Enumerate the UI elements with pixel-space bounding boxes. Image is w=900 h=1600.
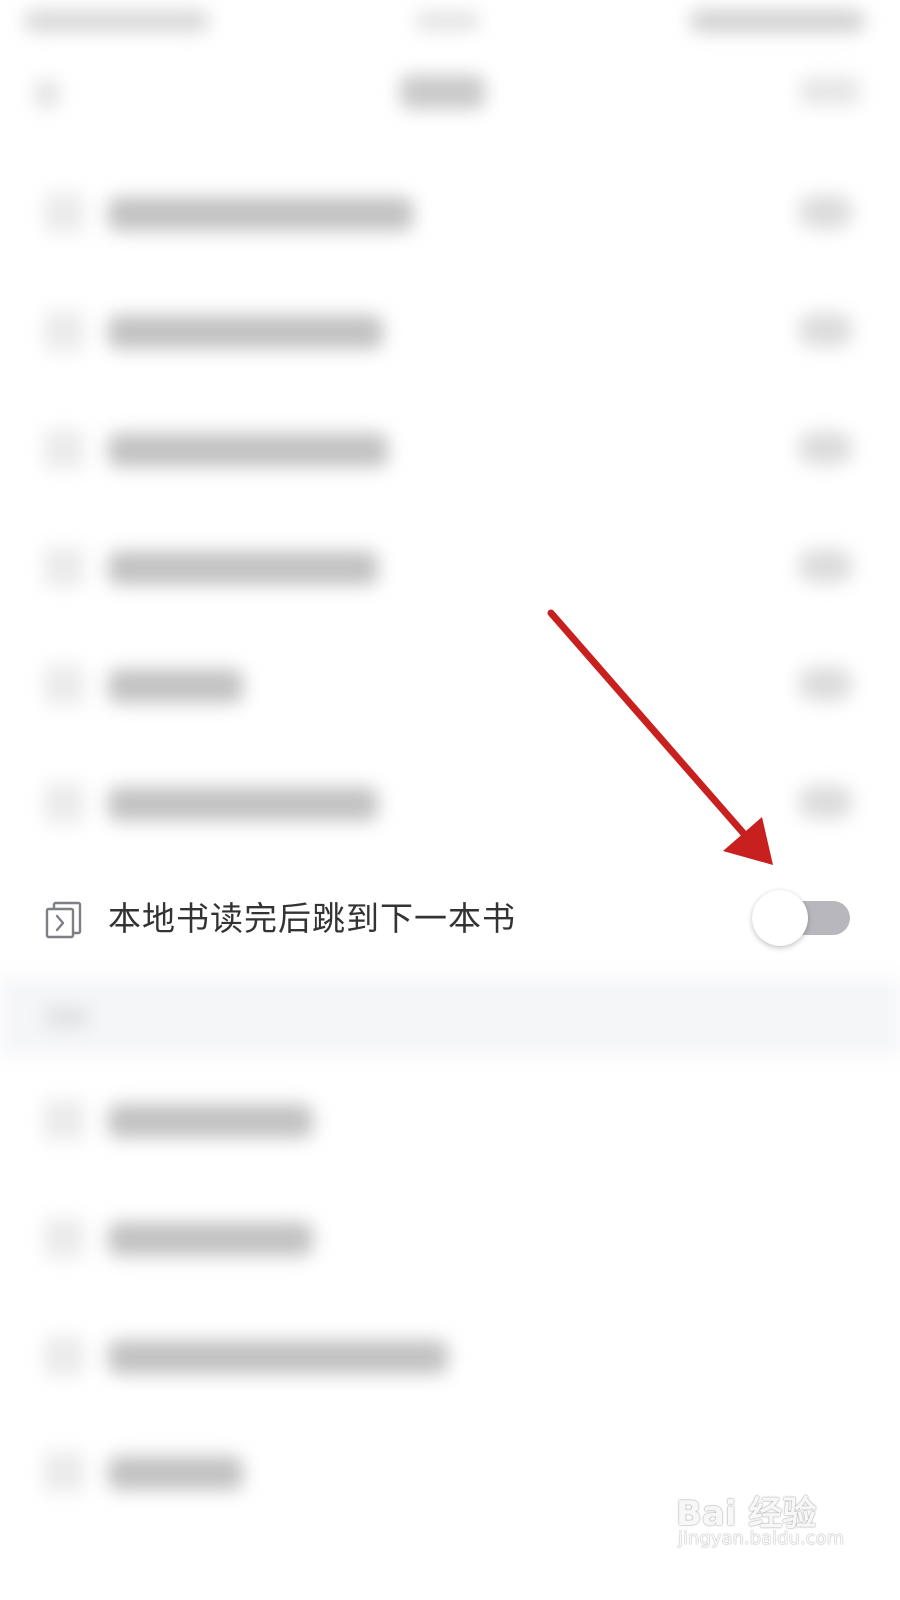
setting-label: 本地书读完后跳到下一本书 — [108, 899, 516, 938]
nav-bar — [0, 55, 900, 135]
settings-row[interactable] — [0, 1298, 900, 1416]
settings-row[interactable] — [0, 391, 900, 509]
row-label-blurred — [108, 1222, 313, 1256]
row-icon — [44, 1100, 84, 1140]
row-switch-blurred[interactable] — [798, 313, 853, 347]
settings-row[interactable] — [0, 627, 900, 745]
row-switch-blurred[interactable] — [798, 195, 853, 229]
row-icon — [44, 1336, 84, 1376]
row-icon — [44, 783, 84, 823]
nav-title-blurred — [400, 75, 485, 109]
status-bar-time-blurred — [415, 12, 480, 30]
row-icon — [44, 547, 84, 587]
status-bar-right-blurred — [690, 10, 865, 32]
row-switch-blurred[interactable] — [798, 785, 853, 819]
next-book-icon — [44, 900, 84, 940]
row-label-blurred — [108, 433, 388, 467]
status-bar-left-blurred — [24, 10, 209, 32]
row-label-blurred — [108, 787, 378, 821]
watermark-url: jingyan.baidu.com — [678, 1528, 845, 1549]
row-label-blurred — [108, 315, 383, 349]
row-label-blurred — [108, 1104, 313, 1138]
row-label-blurred — [108, 197, 413, 231]
back-button[interactable] — [35, 80, 59, 108]
toggle-switch[interactable] — [752, 887, 852, 947]
settings-row[interactable] — [0, 745, 900, 863]
section-header — [0, 978, 900, 1056]
settings-row[interactable] — [0, 1062, 900, 1180]
status-bar — [0, 0, 900, 48]
row-icon — [44, 1452, 84, 1492]
row-label-blurred — [108, 551, 378, 585]
row-label-blurred — [108, 669, 243, 703]
settings-row[interactable] — [0, 155, 900, 273]
row-switch-blurred[interactable] — [798, 667, 853, 701]
section-caption-blurred — [44, 1006, 89, 1028]
row-label-blurred — [108, 1340, 448, 1374]
row-icon — [44, 1218, 84, 1258]
row-label-blurred — [108, 1456, 243, 1490]
settings-row[interactable] — [0, 509, 900, 627]
row-icon — [44, 311, 84, 351]
settings-row[interactable] — [0, 1180, 900, 1298]
row-icon — [44, 429, 84, 469]
toggle-knob — [752, 890, 808, 946]
setting-row-next-book[interactable]: 本地书读完后跳到下一本书 — [0, 862, 900, 978]
row-icon — [44, 665, 84, 705]
watermark: Bai 经验 jingyan.baidu.com — [676, 1468, 876, 1568]
nav-more-blurred — [800, 77, 860, 105]
row-switch-blurred[interactable] — [798, 549, 853, 583]
row-icon — [44, 193, 84, 233]
settings-row[interactable] — [0, 273, 900, 391]
row-switch-blurred[interactable] — [798, 431, 853, 465]
